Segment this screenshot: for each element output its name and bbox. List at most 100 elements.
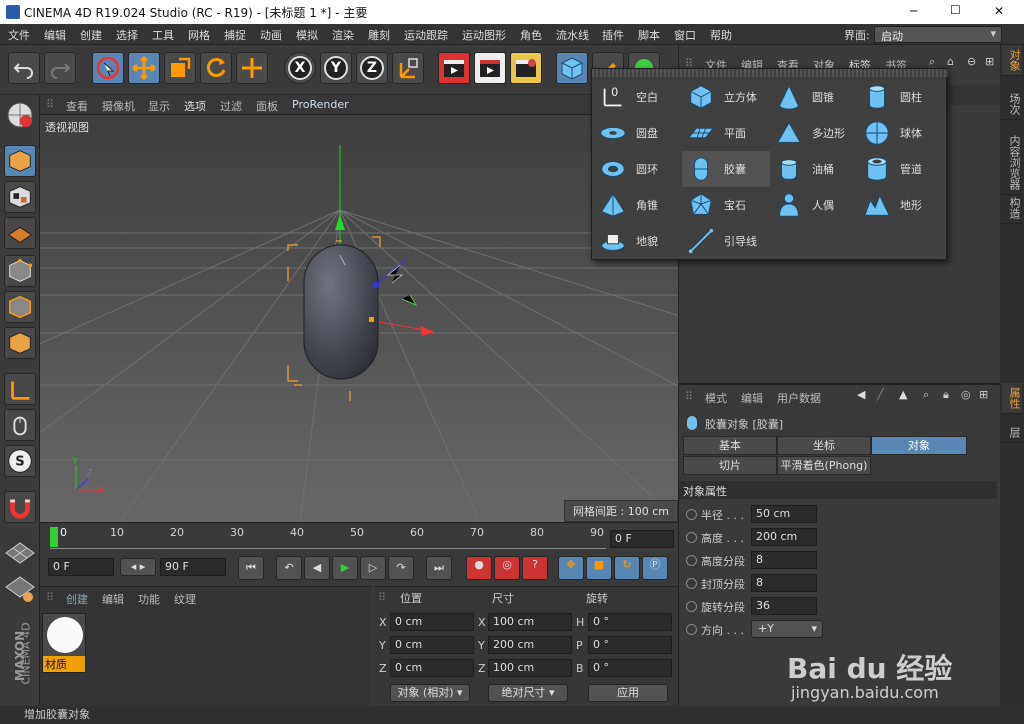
pos-x-field[interactable]: 0 cm xyxy=(390,613,474,631)
prop-height-segments-radio[interactable] xyxy=(686,555,697,566)
keyframe-selection-button[interactable]: ? xyxy=(522,556,548,580)
locked-workplane-button[interactable] xyxy=(4,571,36,603)
tab-object[interactable]: 对象 xyxy=(871,436,967,455)
next-key-button[interactable]: ↷ xyxy=(388,556,414,580)
make-editable-button[interactable] xyxy=(4,99,36,131)
prim-sphere[interactable]: 球体 xyxy=(858,115,946,151)
workplane-grid-button[interactable] xyxy=(4,535,36,567)
menu-tools[interactable]: 工具 xyxy=(152,27,174,43)
polygons-mode-button[interactable] xyxy=(4,327,36,359)
menu-simulate[interactable]: 模拟 xyxy=(296,27,318,43)
menu-create[interactable]: 创建 xyxy=(80,27,102,43)
z-handle-dot[interactable] xyxy=(373,282,379,288)
key-position-button[interactable]: ✥ xyxy=(558,556,584,580)
timeline-ruler[interactable] xyxy=(50,525,606,549)
current-frame-field[interactable]: 0 F xyxy=(610,530,674,548)
render-picture-viewer-button[interactable] xyxy=(474,52,506,84)
tab-coord[interactable]: 坐标 xyxy=(777,436,871,455)
size-mode-dropdown[interactable]: 绝对尺寸 ▾ xyxy=(488,684,568,702)
am-menu-userdata[interactable]: 用户数据 xyxy=(777,390,821,406)
height-segments-field[interactable]: 8 xyxy=(751,551,817,569)
am-menu-edit[interactable]: 编辑 xyxy=(741,390,763,406)
layout-dropdown[interactable]: 启动 ▾ xyxy=(874,26,1002,43)
am-search-icon[interactable]: ⌕ xyxy=(923,388,929,402)
mat-menu-edit[interactable]: 编辑 xyxy=(102,591,124,607)
menu-file[interactable]: 文件 xyxy=(8,27,30,43)
x-axis-lock-button[interactable]: X xyxy=(284,52,316,84)
mat-drag-handle-icon[interactable]: ⠿ xyxy=(46,591,54,604)
model-mode-button[interactable] xyxy=(4,145,36,177)
prim-figure[interactable]: 人偶 xyxy=(770,187,858,223)
maximize-button[interactable]: ☐ xyxy=(950,3,961,17)
key-param-button[interactable]: Ⓟ xyxy=(642,556,668,580)
playhead[interactable] xyxy=(50,527,58,547)
menu-render[interactable]: 渲染 xyxy=(332,27,354,43)
menu-motion-tracking[interactable]: 运动跟踪 xyxy=(404,27,448,43)
end-frame-field[interactable]: 90 F xyxy=(160,558,226,576)
close-button[interactable]: ✕ xyxy=(994,4,1004,18)
back-arrow-icon[interactable]: ◀ xyxy=(857,388,865,401)
menu-select[interactable]: 选择 xyxy=(116,27,138,43)
radius-field[interactable]: 50 cm xyxy=(751,505,817,523)
goto-end-button[interactable]: ⏭ xyxy=(426,556,452,580)
scale-button[interactable] xyxy=(164,52,196,84)
menu-edit[interactable]: 编辑 xyxy=(44,27,66,43)
render-view-button[interactable] xyxy=(438,52,470,84)
origin-handle[interactable] xyxy=(369,317,374,322)
menu-snap[interactable]: 捕捉 xyxy=(224,27,246,43)
vp-menu-prorender[interactable]: ProRender xyxy=(292,98,349,111)
menu-mesh[interactable]: 网格 xyxy=(188,27,210,43)
prim-cone[interactable]: 圆锥 xyxy=(770,79,858,115)
tab-slice[interactable]: 切片 xyxy=(683,456,777,475)
prop-height-radio[interactable] xyxy=(686,532,697,543)
points-mode-button[interactable] xyxy=(4,255,36,287)
coord-drag-handle-icon[interactable]: ⠿ xyxy=(378,591,386,604)
side-tab-objects[interactable]: 对象 xyxy=(1002,45,1022,76)
vp-menu-filter[interactable]: 过滤 xyxy=(220,98,242,114)
height-field[interactable]: 200 cm xyxy=(751,528,817,546)
z-axis-lock-button[interactable]: Z xyxy=(356,52,388,84)
prim-polygon[interactable]: 多边形 xyxy=(770,115,858,151)
key-scale-button[interactable]: ■ xyxy=(586,556,612,580)
vp-menu-options[interactable]: 选项 xyxy=(184,98,206,114)
mat-menu-create[interactable]: 创建 xyxy=(66,591,88,607)
rotation-segments-field[interactable]: 36 xyxy=(751,597,817,615)
om-search-icon[interactable]: ⌕ xyxy=(929,55,935,69)
recent-tool-button[interactable] xyxy=(236,52,268,84)
edges-mode-button[interactable] xyxy=(4,291,36,323)
am-expand-icon[interactable]: ⊞ xyxy=(979,388,988,401)
drag-handle-icon[interactable]: ⠿ xyxy=(46,98,54,111)
menu-mograph[interactable]: 运动图形 xyxy=(462,27,506,43)
texture-mode-button[interactable] xyxy=(4,181,36,213)
record-key-button[interactable]: ● xyxy=(466,556,492,580)
om-minimize-icon[interactable]: ⊖ xyxy=(967,55,976,68)
mat-menu-texture[interactable]: 纹理 xyxy=(174,591,196,607)
next-frame-button[interactable]: ▷ xyxy=(360,556,386,580)
move-button[interactable] xyxy=(128,52,160,84)
menu-sculpt[interactable]: 雕刻 xyxy=(368,27,390,43)
material-swatch[interactable]: 材质 xyxy=(42,613,86,673)
key-rotation-button[interactable]: ↻ xyxy=(614,556,640,580)
prim-capsule[interactable]: 胶囊 xyxy=(682,151,770,187)
menu-plugins[interactable]: 插件 xyxy=(602,27,624,43)
side-tab-content-browser[interactable]: 内容浏览器 xyxy=(1002,131,1022,195)
prim-torus[interactable]: 圆环 xyxy=(594,151,682,187)
prim-relief[interactable]: 地貌 xyxy=(594,223,682,259)
minimize-button[interactable]: ─ xyxy=(910,4,917,18)
axis-mode-button[interactable] xyxy=(4,373,36,405)
start-frame-field[interactable]: 0 F xyxy=(48,558,114,576)
perspective-viewport[interactable]: 透视视图 Y Z X 网格间距 : 100 cm xyxy=(40,115,678,522)
tweak-mode-button[interactable] xyxy=(4,409,36,441)
tab-basic[interactable]: 基本 xyxy=(683,436,777,455)
vp-menu-view[interactable]: 查看 xyxy=(66,98,88,114)
render-settings-button[interactable] xyxy=(510,52,542,84)
pos-y-field[interactable]: 0 cm xyxy=(390,636,474,654)
prim-cylinder[interactable]: 圆柱 xyxy=(858,79,946,115)
range-slider-button[interactable]: ◂ ▸ xyxy=(120,558,156,576)
prim-disc[interactable]: 圆盘 xyxy=(594,115,682,151)
solo-button[interactable]: S xyxy=(4,445,36,477)
side-tab-takes[interactable]: 场次 xyxy=(1002,89,1022,120)
size-y-field[interactable]: 200 cm xyxy=(488,636,572,654)
history-icon[interactable]: ╱ xyxy=(877,388,884,401)
prop-radius-radio[interactable] xyxy=(686,509,697,520)
